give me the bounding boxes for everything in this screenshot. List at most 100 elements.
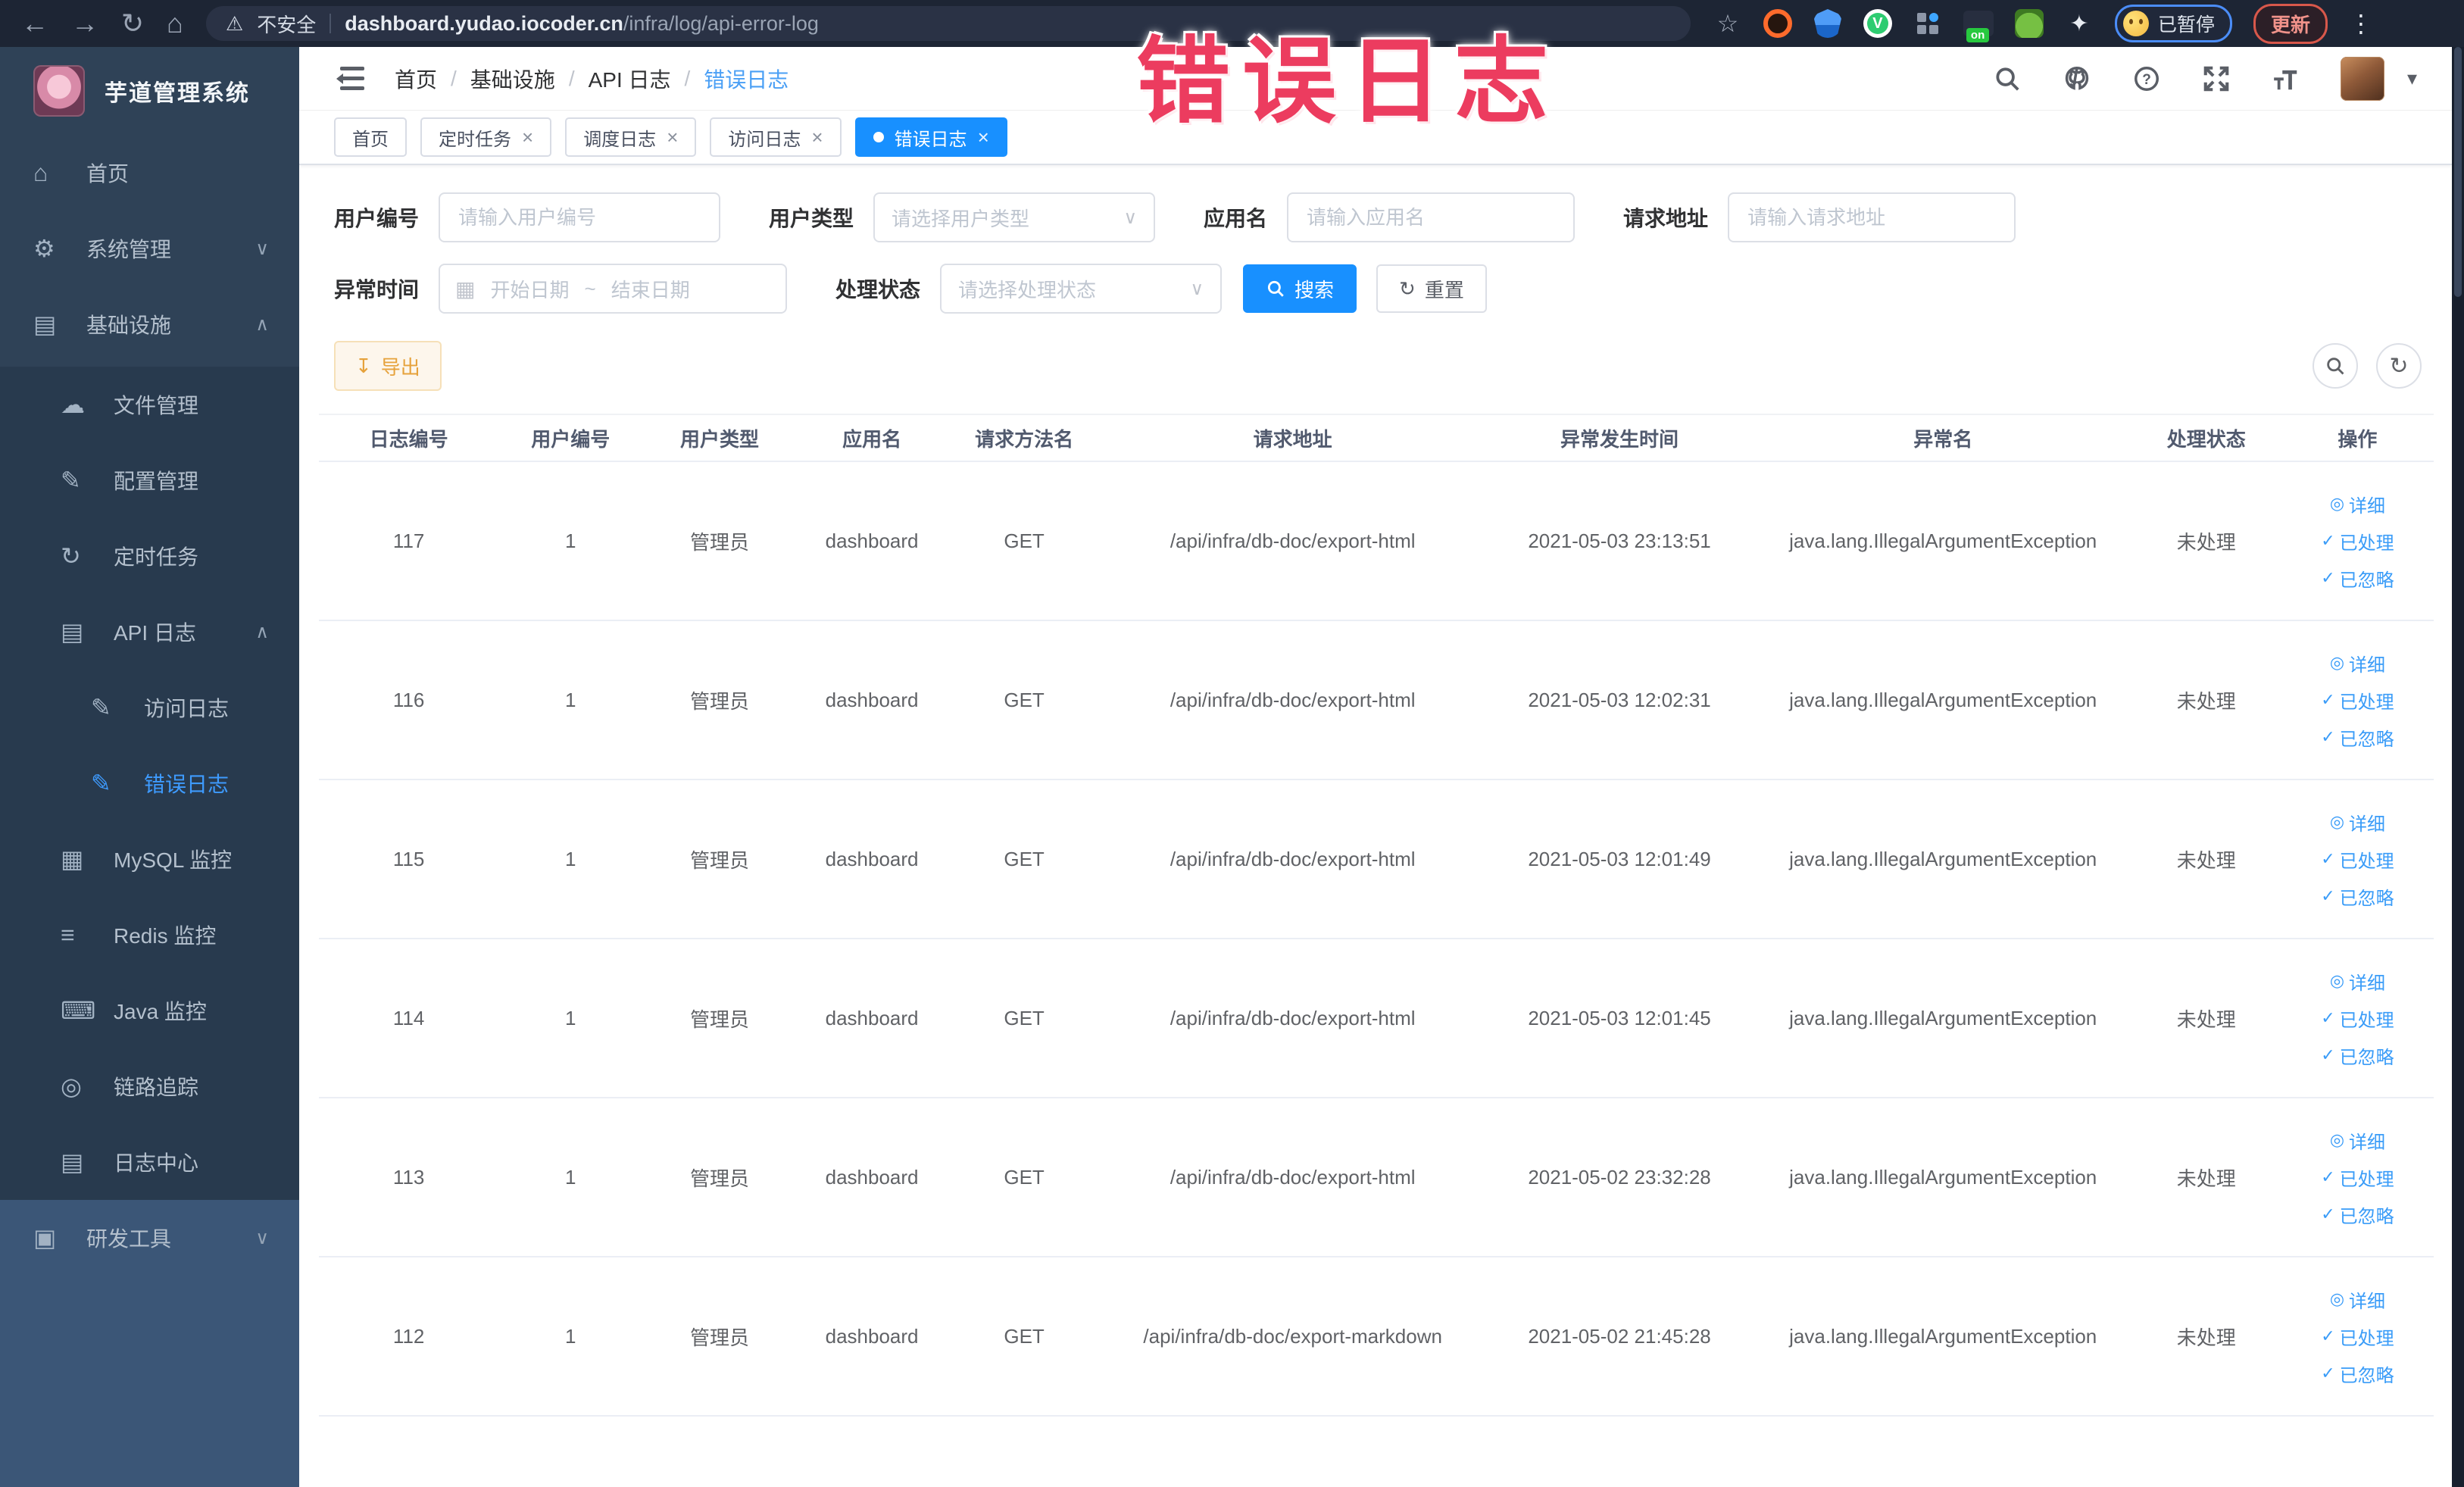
table-header-cell: 日志编号 xyxy=(369,427,448,451)
detail-link[interactable]: ◎ 详细 xyxy=(2330,650,2385,676)
mark-processed-link[interactable]: ✓ 已处理 xyxy=(2321,1164,2394,1191)
detail-link[interactable]: ◎ 详细 xyxy=(2330,491,2385,517)
page-scrollbar[interactable] xyxy=(2452,47,2464,1487)
extension-plant-icon[interactable] xyxy=(2014,9,2044,38)
app-logo[interactable]: 芋道管理系统 xyxy=(0,47,299,135)
user-id-input[interactable] xyxy=(439,192,721,242)
view-tab[interactable]: 访问日志 × xyxy=(710,117,842,157)
extension-vue-devtools-icon[interactable]: V xyxy=(1863,9,1892,38)
filter-request-url: 请求地址 xyxy=(1623,192,2016,242)
cell-method: GET xyxy=(1004,1006,1045,1029)
sidebar-item[interactable]: ⚙ 系统管理 ∨ xyxy=(0,211,299,286)
address-bar[interactable]: ⚠ 不安全 dashboard.yudao.iocoder.cn/infra/l… xyxy=(205,6,1691,41)
table-row: 117 1 管理员 dashboard GET /api/infra/db-do… xyxy=(319,462,2434,621)
filter-exception-time: 异常时间 ▦ 开始日期 ~ 结束日期 xyxy=(334,264,788,314)
mark-processed-link[interactable]: ✓ 已处理 xyxy=(2321,1005,2394,1032)
svg-text:?: ? xyxy=(2142,72,2151,88)
mark-ignored-link[interactable]: ✓ 已忽略 xyxy=(2321,1042,2394,1069)
mark-processed-link[interactable]: ✓ 已处理 xyxy=(2321,687,2394,714)
close-tab-icon[interactable]: × xyxy=(667,127,678,147)
breadcrumb-item[interactable]: API 日志 xyxy=(589,64,671,94)
mark-ignored-link[interactable]: ✓ 已忽略 xyxy=(2321,883,2394,910)
sidebar-item[interactable]: ⌂ 首页 xyxy=(0,135,299,211)
sidebar-item[interactable]: ✎ 错误日志 xyxy=(0,745,299,821)
view-tab[interactable]: 调度日志 × xyxy=(565,117,697,157)
browser-forward-icon[interactable]: → xyxy=(71,10,98,37)
font-size-icon[interactable] xyxy=(2271,64,2301,94)
extension-switch-icon[interactable]: on xyxy=(1963,11,1994,42)
avatar-caret-icon[interactable]: ▾ xyxy=(2407,67,2417,90)
profile-paused-badge[interactable]: 已暂停 xyxy=(2114,5,2232,42)
detail-link[interactable]: ◎ 详细 xyxy=(2330,968,2385,995)
mark-ignored-link[interactable]: ✓ 已忽略 xyxy=(2321,1201,2394,1228)
request-url-input[interactable] xyxy=(1728,192,2016,242)
export-button[interactable]: ↧ 导出 xyxy=(334,341,442,391)
cell-exception-time: 2021-05-03 12:02:31 xyxy=(1528,688,1711,711)
sidebar-item[interactable]: ▣ 研发工具 ∨ xyxy=(0,1200,299,1276)
extension-grid-icon[interactable] xyxy=(1913,9,1942,38)
extensions-puzzle-icon[interactable]: ✦ xyxy=(2065,9,2094,38)
scrollbar-thumb[interactable] xyxy=(2454,47,2462,297)
page-url[interactable]: dashboard.yudao.iocoder.cn/infra/log/api… xyxy=(345,12,819,36)
browser-home-icon[interactable]: ⌂ xyxy=(167,10,183,37)
sidebar-item[interactable]: ☁ 文件管理 xyxy=(0,367,299,442)
help-icon[interactable]: ? xyxy=(2131,64,2162,94)
breadcrumb-item[interactable]: 首页 xyxy=(395,64,437,94)
app-name-input[interactable] xyxy=(1287,192,1576,242)
user-avatar[interactable] xyxy=(2340,56,2384,101)
browser-update-button[interactable]: 更新 xyxy=(2253,3,2328,44)
sidebar-item[interactable]: ▤ API 日志 ∧ xyxy=(0,594,299,670)
close-tab-icon[interactable]: × xyxy=(811,127,823,147)
table-row: 114 1 管理员 dashboard GET /api/infra/db-do… xyxy=(319,939,2434,1098)
browser-menu-icon[interactable]: ⋮ xyxy=(2349,9,2373,38)
logo-image xyxy=(33,65,85,117)
sidebar-item[interactable]: ⌨ Java 监控 xyxy=(0,973,299,1048)
mark-processed-link[interactable]: ✓ 已处理 xyxy=(2321,528,2394,555)
sidebar-item[interactable]: ✎ 访问日志 xyxy=(0,670,299,745)
sidebar-item[interactable]: ▤ 基础设施 ∧ xyxy=(0,286,299,362)
detail-link[interactable]: ◎ 详细 xyxy=(2330,1286,2385,1313)
reset-button[interactable]: ↻ 重置 xyxy=(1376,264,1487,313)
mark-ignored-link[interactable]: ✓ 已忽略 xyxy=(2321,565,2394,592)
browser-back-icon[interactable]: ← xyxy=(21,10,48,37)
detail-link[interactable]: ◎ 详细 xyxy=(2330,809,2385,836)
bookmark-star-icon[interactable]: ☆ xyxy=(1713,9,1742,38)
search-icon[interactable] xyxy=(1992,64,2022,94)
search-button[interactable]: 搜索 xyxy=(1243,264,1357,313)
user-type-select[interactable]: 请选择用户类型 ∨ xyxy=(873,192,1156,242)
cell-exception-time: 2021-05-03 23:13:51 xyxy=(1528,529,1711,552)
mark-ignored-link[interactable]: ✓ 已忽略 xyxy=(2321,1360,2394,1387)
view-tab[interactable]: 定时任务 × xyxy=(420,117,552,157)
detail-link[interactable]: ◎ 详细 xyxy=(2330,1127,2385,1154)
breadcrumb-item[interactable]: 错误日志 xyxy=(704,64,789,94)
fullscreen-icon[interactable] xyxy=(2201,64,2231,94)
breadcrumb: 首页 / 基础设施 / API 日志 / 错误日志 / xyxy=(395,64,789,94)
sidebar-item[interactable]: ▦ MySQL 监控 xyxy=(0,821,299,897)
sidebar-item[interactable]: ✎ 配置管理 xyxy=(0,442,299,518)
toggle-search-button[interactable] xyxy=(2313,343,2358,389)
mark-ignored-link[interactable]: ✓ 已忽略 xyxy=(2321,724,2394,751)
view-tab[interactable]: 首页 × xyxy=(334,117,407,157)
sidebar-item[interactable]: ↻ 定时任务 xyxy=(0,518,299,594)
breadcrumb-separator: / xyxy=(684,66,691,90)
sidebar-collapse-icon[interactable] xyxy=(334,66,364,92)
extension-orange-icon[interactable] xyxy=(1763,9,1792,38)
breadcrumb-item[interactable]: 基础设施 xyxy=(470,64,555,94)
mark-processed-link[interactable]: ✓ 已处理 xyxy=(2321,1323,2394,1350)
refresh-table-button[interactable]: ↻ xyxy=(2376,343,2422,389)
detail-eye-icon: ◎ xyxy=(2329,971,2345,990)
toggle-search-icon xyxy=(2327,358,2344,375)
sidebar-item[interactable]: ▤ 日志中心 xyxy=(0,1124,299,1200)
security-label[interactable]: 不安全 xyxy=(257,10,316,38)
close-tab-icon[interactable]: × xyxy=(978,127,989,147)
close-tab-icon[interactable]: × xyxy=(522,127,533,147)
process-status-select[interactable]: 请选择处理状态 ∨ xyxy=(940,264,1223,314)
date-range-picker[interactable]: ▦ 开始日期 ~ 结束日期 xyxy=(439,264,788,314)
extension-shield-icon[interactable] xyxy=(1813,9,1842,38)
sidebar-item[interactable]: ≡ Redis 监控 xyxy=(0,897,299,973)
view-tab[interactable]: 错误日志 × xyxy=(854,117,1007,157)
sidebar-item[interactable]: ◎ 链路追踪 xyxy=(0,1048,299,1124)
mark-processed-link[interactable]: ✓ 已处理 xyxy=(2321,846,2394,873)
github-icon[interactable] xyxy=(2062,64,2092,94)
browser-reload-icon[interactable]: ↻ xyxy=(121,10,144,37)
